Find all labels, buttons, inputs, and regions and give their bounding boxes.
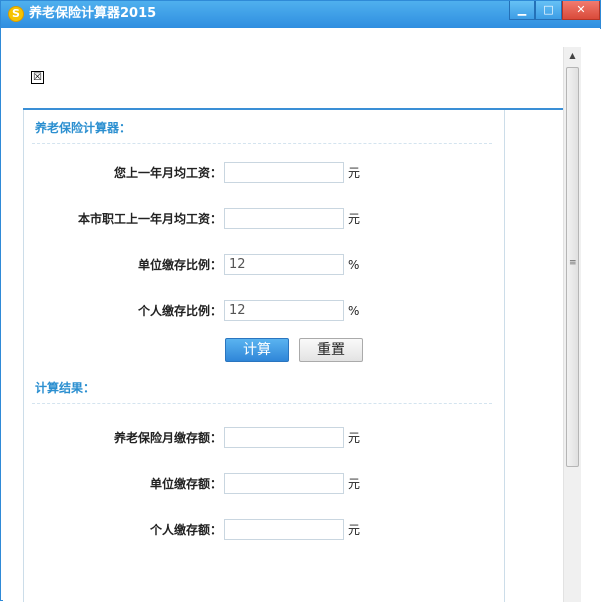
- unit-label: 元: [348, 523, 361, 537]
- result-row-personal-amount: 个人缴存额： 元: [24, 519, 504, 541]
- unit-label: 元: [348, 431, 361, 445]
- app-logo-icon: S: [8, 6, 24, 22]
- result-row-employer-amount: 单位缴存额： 元: [24, 473, 504, 495]
- vertical-scrollbar[interactable]: ▲ ≡: [563, 47, 581, 602]
- section-divider: [32, 143, 492, 144]
- unit-label: 元: [348, 477, 361, 491]
- result-row-monthly-total: 养老保险月缴存额： 元: [24, 427, 504, 449]
- monthly-salary-input[interactable]: [224, 162, 344, 183]
- calculator-section-title: 养老保险计算器：: [35, 121, 132, 135]
- input-row-employer-rate: 单位缴存比例： %: [24, 254, 504, 276]
- field-label: 本市职工上一年月均工资：: [77, 212, 222, 226]
- unit-label: 元: [348, 212, 361, 226]
- button-row: 计算 重置: [24, 338, 504, 362]
- field-label: 养老保险月缴存额：: [113, 431, 222, 445]
- scroll-up-arrow-icon[interactable]: ▲: [564, 47, 581, 64]
- unit-label: %: [348, 258, 360, 272]
- personal-rate-input[interactable]: [224, 300, 344, 321]
- input-row-personal-rate: 个人缴存比例： %: [24, 300, 504, 322]
- calculator-panel: 养老保险计算器： 您上一年月均工资： 元 本市职工上一年月均工资： 元 单位缴存…: [23, 110, 505, 602]
- grip-icon: ≡: [569, 258, 577, 268]
- input-row-city-avg-salary: 本市职工上一年月均工资： 元: [24, 208, 504, 230]
- window-title: 养老保险计算器2015: [29, 6, 157, 21]
- field-label: 单位缴存比例：: [137, 258, 222, 272]
- title-bar[interactable]: S 养老保险计算器2015 ▁ □ ✕: [1, 1, 600, 28]
- results-section-title: 计算结果：: [35, 381, 96, 395]
- reset-button[interactable]: 重置: [299, 338, 363, 362]
- employer-amount-output[interactable]: [224, 473, 344, 494]
- scrollbar-thumb[interactable]: ≡: [566, 67, 579, 467]
- personal-amount-output[interactable]: [224, 519, 344, 540]
- right-gutter: [581, 29, 601, 602]
- maximize-button[interactable]: □: [535, 1, 562, 20]
- monthly-total-output[interactable]: [224, 427, 344, 448]
- unit-label: 元: [348, 166, 361, 180]
- field-label: 个人缴存额：: [149, 523, 222, 537]
- calculate-button[interactable]: 计算: [225, 338, 289, 362]
- close-button[interactable]: ✕: [562, 1, 600, 20]
- input-row-monthly-salary: 您上一年月均工资： 元: [24, 162, 504, 184]
- broken-image-icon: ☒: [31, 71, 44, 84]
- employer-rate-input[interactable]: [224, 254, 344, 275]
- field-label: 单位缴存额：: [149, 477, 222, 491]
- minimize-button[interactable]: ▁: [509, 1, 535, 20]
- unit-label: %: [348, 304, 360, 318]
- content-area: ☒ 养老保险计算器： 您上一年月均工资： 元 本市职工上一年月均工资： 元 单位…: [3, 29, 563, 602]
- field-label: 个人缴存比例：: [137, 304, 222, 318]
- section-divider: [32, 403, 492, 404]
- app-window: S 养老保险计算器2015 ▁ □ ✕ ☒ 养老保险计算器： 您上一年月均工资：…: [0, 0, 601, 602]
- field-label: 您上一年月均工资：: [113, 166, 222, 180]
- city-avg-salary-input[interactable]: [224, 208, 344, 229]
